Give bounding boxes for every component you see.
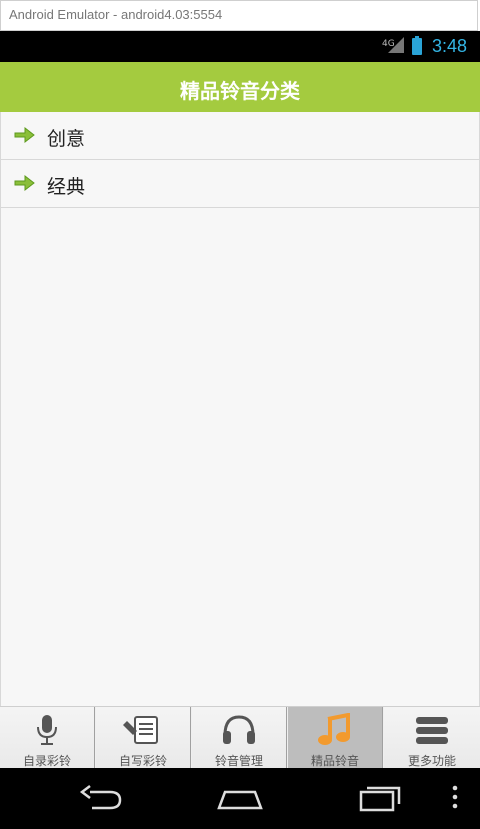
list-item-label: 创意 (47, 128, 86, 150)
tab-featured-ringtones[interactable]: 精品铃音 (288, 707, 383, 769)
music-note-icon (318, 713, 350, 745)
home-icon[interactable] (215, 782, 265, 812)
list-item-label: 经典 (47, 176, 86, 198)
tab-label: 精品铃音 (310, 754, 359, 768)
category-list: 创意 经典 (0, 112, 480, 706)
tab-more-features[interactable]: 更多功能 (384, 707, 480, 769)
back-icon[interactable] (76, 782, 126, 812)
tab-label: 自录彩铃 (22, 754, 71, 768)
bottom-tab-bar: 自录彩铃 自写彩铃 铃音管理 精品铃音 更多功能 (0, 706, 480, 769)
recent-apps-icon[interactable] (355, 782, 405, 812)
tab-label: 铃音管理 (214, 754, 263, 768)
emulator-title: Android Emulator - android4.03:5554 (9, 7, 223, 22)
emulator-title-bar: Android Emulator - android4.03:5554 (0, 0, 478, 31)
system-nav-bar (0, 768, 480, 829)
page-title: 精品铃音分类 (180, 79, 300, 103)
tab-write-ringtone[interactable]: 自写彩铃 (96, 707, 191, 769)
app-header: 精品铃音分类 (0, 62, 480, 112)
arrow-right-icon (14, 126, 35, 144)
document-edit-icon (123, 716, 158, 744)
tab-label: 更多功能 (407, 754, 456, 768)
tab-ringtone-management[interactable]: 铃音管理 (192, 707, 287, 769)
menu-overflow-icon[interactable] (430, 782, 460, 812)
more-list-icon (416, 717, 448, 744)
headphones-icon (223, 715, 255, 744)
tab-record-ringtone[interactable]: 自录彩铃 (0, 707, 95, 769)
tab-label: 自写彩铃 (118, 754, 167, 768)
signal-icon (388, 37, 404, 53)
microphone-icon (37, 715, 57, 745)
status-bar: 4G 3:48 (0, 31, 480, 62)
battery-icon (412, 36, 422, 55)
list-item-creative[interactable]: 创意 (1, 112, 479, 160)
clock: 3:48 (432, 36, 468, 56)
list-item-classic[interactable]: 经典 (1, 160, 479, 208)
arrow-right-icon (14, 174, 35, 192)
